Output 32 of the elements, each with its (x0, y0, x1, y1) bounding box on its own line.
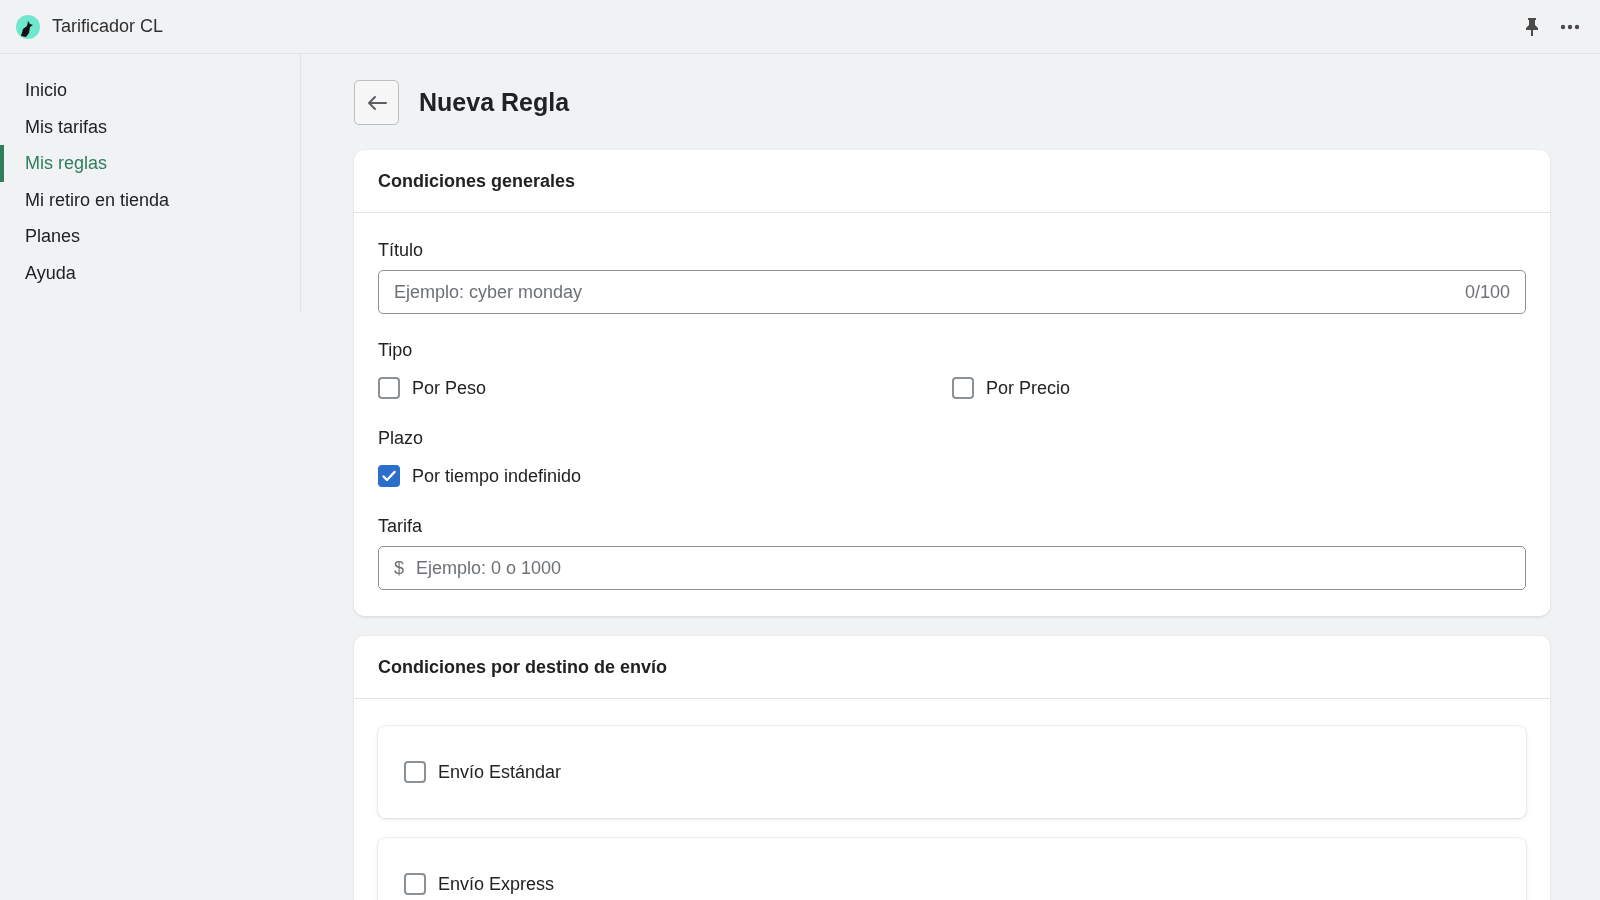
currency-prefix: $ (394, 557, 404, 579)
checkbox-label: Por Precio (986, 377, 1071, 399)
page-title: Nueva Regla (419, 88, 570, 117)
input-field[interactable]: Ejemplo: cyber monday (394, 281, 1453, 303)
sidebar-item[interactable]: Ayuda (0, 254, 300, 292)
app-name: Tarificador CL (52, 16, 164, 37)
input-field[interactable]: Ejemplo: 0 o 1000 (416, 557, 1510, 579)
checkbox-label: Por tiempo indefinido (412, 465, 582, 487)
sidebar-item[interactable]: Mis tarifas (0, 108, 300, 146)
checkbox[interactable] (952, 377, 974, 399)
checkbox[interactable] (378, 377, 400, 399)
text-field[interactable]: Ejemplo: cyber monday 0/100 (378, 270, 1526, 314)
checkbox[interactable] (378, 465, 400, 487)
back-button[interactable] (354, 80, 399, 125)
card-title: Condiciones por destino de envío (378, 656, 668, 678)
checkbox-label: Por Peso (412, 377, 487, 399)
sidebar-item[interactable]: Mis reglas (0, 145, 300, 182)
sidebar-item[interactable]: Mi retiro en tienda (0, 181, 300, 219)
price-field[interactable]: $ Ejemplo: 0 o 1000 (378, 546, 1526, 590)
card-title: Condiciones generales (378, 170, 576, 192)
logo-icon (16, 14, 40, 39)
field-label: Tarifa (378, 516, 423, 537)
character-counter: 0/100 (1464, 281, 1510, 303)
checkbox-label: Envío Express (438, 873, 555, 895)
sidebar-item[interactable]: Planes (0, 218, 300, 255)
field-label: Título (378, 240, 425, 261)
back-arrow-icon (366, 94, 387, 111)
field-label: Plazo (378, 428, 425, 449)
checkbox-label: Envío Estándar (438, 761, 562, 783)
sidebar-item[interactable]: Inicio (0, 72, 300, 109)
field-label: Tipo (378, 340, 414, 361)
checkmark-icon (382, 470, 396, 482)
